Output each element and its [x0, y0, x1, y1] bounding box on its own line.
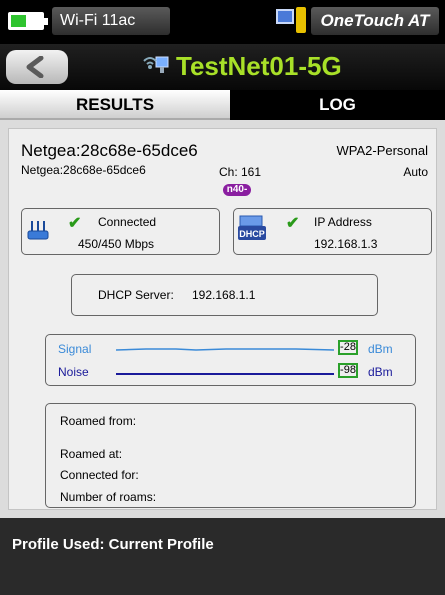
dhcp-server-box[interactable]: DHCP Server: 192.168.1.1 [71, 274, 378, 316]
connection-rate: 450/450 Mbps [78, 237, 155, 251]
dhcp-icon: DHCP [238, 214, 266, 244]
title-bar: TestNet01-5G [0, 44, 445, 90]
connection-label: Connected [98, 215, 157, 229]
connected-for-label: Connected for: [60, 468, 139, 482]
router-icon [27, 221, 49, 240]
monitor-icon [276, 9, 294, 24]
wifi-mode-label: Wi-Fi 11ac [52, 7, 170, 35]
device-name-button[interactable]: OneTouch AT [311, 7, 439, 35]
status-bar: Wi-Fi 11ac OneTouch AT [0, 0, 445, 44]
signal-value: -28 [338, 340, 358, 355]
dhcp-server-label: DHCP Server: [98, 288, 174, 302]
noise-unit: dBm [368, 365, 393, 379]
ssid-subtitle: Netgea:28c68e-65dce6 [21, 163, 146, 177]
connection-status-box[interactable]: ✔ Connected 450/450 Mbps [21, 208, 220, 255]
battery-level [11, 15, 26, 27]
mode-label: Auto [403, 165, 428, 179]
signal-label: Signal [58, 342, 92, 356]
ip-address-box[interactable]: DHCP ✔ IP Address 192.168.1.3 [233, 208, 432, 255]
ip-value: 192.168.1.3 [314, 237, 378, 251]
profile-used-label: Profile Used: Current Profile [12, 536, 214, 553]
dhcp-server-value: 192.168.1.1 [192, 288, 256, 302]
noise-label: Noise [58, 365, 89, 379]
ip-label: IP Address [314, 215, 372, 229]
dhcp-icon-label: DHCP [239, 229, 265, 239]
back-button[interactable] [6, 50, 68, 84]
noise-value: -98 [338, 363, 358, 378]
channel-label: Ch: 161 [219, 165, 262, 179]
back-arrow-icon [26, 56, 44, 78]
noise-trend-line [116, 373, 334, 375]
check-icon: ✔ [68, 215, 82, 232]
channel-width-badge: n40- [223, 184, 251, 196]
ssid-title: Netgea:28c68e-65dce6 [21, 141, 198, 160]
tab-log[interactable]: LOG [230, 90, 445, 120]
battery-tip [44, 18, 48, 25]
tab-bar: RESULTS LOG [0, 90, 445, 120]
battery-icon [8, 12, 48, 30]
tab-results[interactable]: RESULTS [0, 90, 230, 120]
roaming-info-box[interactable]: Roamed from: Roamed at: Connected for: N… [45, 403, 416, 508]
check-icon: ✔ [286, 215, 300, 232]
footer-bar: Profile Used: Current Profile [0, 518, 445, 595]
network-details-card: Netgea:28c68e-65dce6 Netgea:28c68e-65dce… [8, 128, 437, 510]
number-of-roams-label: Number of roams: [60, 490, 157, 504]
wifi-network-icon [143, 56, 169, 73]
security-type: WPA2-Personal [336, 143, 428, 158]
roamed-from-label: Roamed from: [60, 414, 137, 428]
roamed-at-label: Roamed at: [60, 447, 123, 461]
signal-trend-line [116, 348, 334, 351]
results-panel: Netgea:28c68e-65dce6 Netgea:28c68e-65dce… [0, 120, 445, 518]
handheld-icon [296, 7, 306, 33]
signal-noise-box[interactable]: Signal -28 dBm Noise -98 dBm [45, 334, 416, 386]
page-title: TestNet01-5G [176, 51, 342, 81]
network-device-icon[interactable] [276, 7, 306, 35]
signal-unit: dBm [368, 342, 393, 356]
